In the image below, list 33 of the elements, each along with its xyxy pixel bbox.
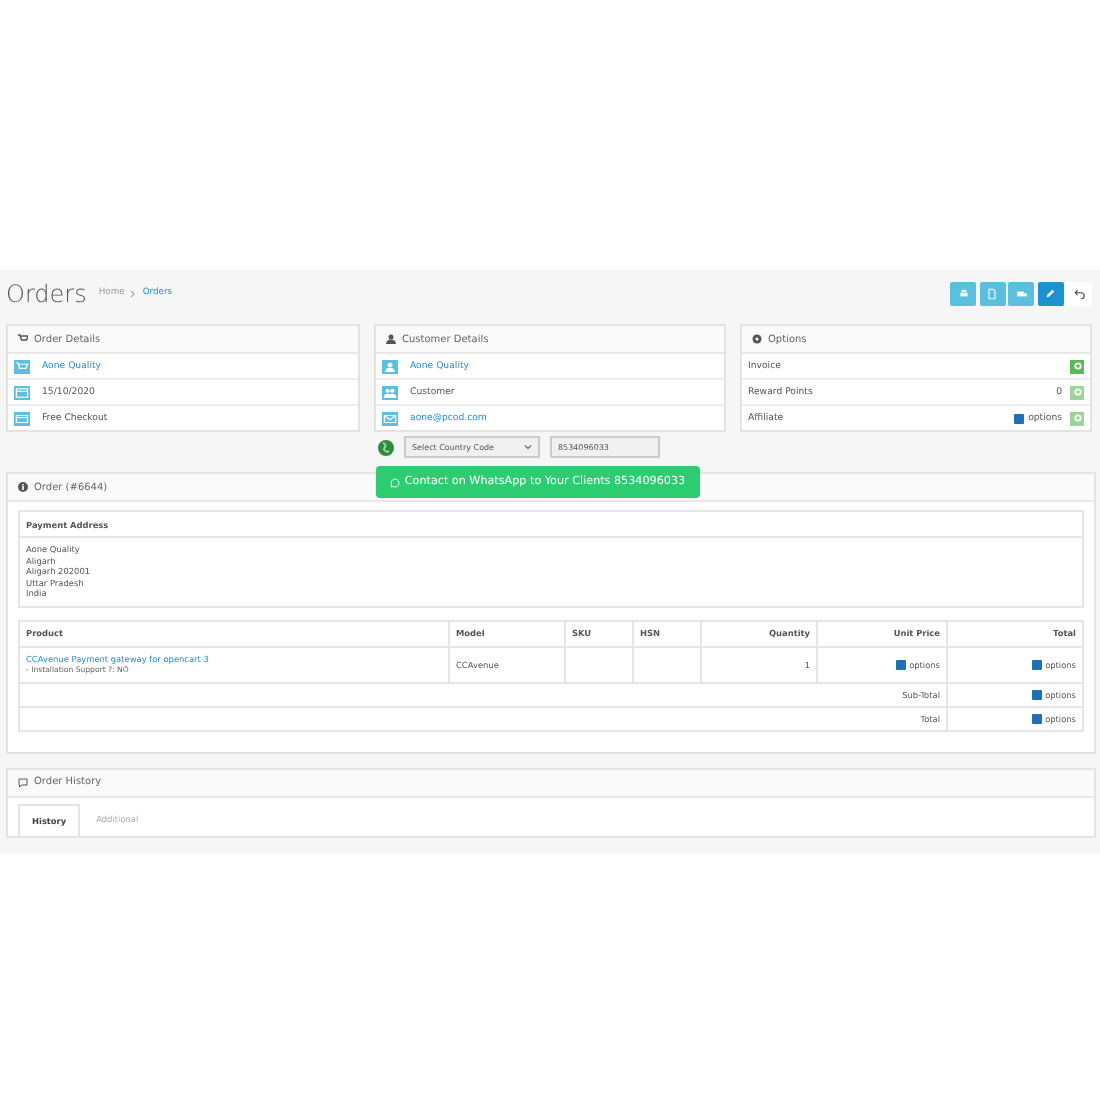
undo-arrow-icon [1073, 287, 1085, 299]
chevron-icon [130, 289, 137, 297]
card-icon [14, 411, 30, 425]
comment-icon [18, 777, 28, 788]
document-icon [986, 287, 998, 299]
truck-icon [1015, 287, 1027, 299]
checkbox[interactable] [895, 659, 906, 670]
back-button[interactable] [1066, 281, 1092, 305]
globe-icon [378, 439, 394, 455]
group-icon [382, 385, 398, 399]
envelope-icon [382, 411, 398, 425]
checkbox[interactable] [1031, 659, 1042, 670]
table-cell [633, 646, 701, 683]
pencil-icon [1044, 287, 1056, 299]
cart-icon [18, 334, 28, 344]
add-button[interactable] [1070, 359, 1084, 373]
user-icon [386, 334, 396, 344]
calendar-icon [14, 385, 30, 399]
print-button[interactable] [950, 281, 976, 305]
edit-button[interactable] [1037, 281, 1063, 305]
gear-icon [752, 334, 762, 344]
checkbox[interactable] [1031, 713, 1042, 724]
info-icon [18, 482, 28, 492]
cart-icon [14, 359, 30, 373]
printer-icon [957, 287, 969, 299]
page-title: Orders [6, 279, 87, 307]
shipping-button[interactable] [1008, 281, 1034, 305]
chat-icon [390, 477, 401, 487]
checkbox[interactable] [1031, 689, 1042, 700]
document-button[interactable] [979, 281, 1005, 305]
caret-icon [524, 444, 532, 450]
table-cell [565, 646, 633, 683]
user-icon [382, 359, 398, 373]
